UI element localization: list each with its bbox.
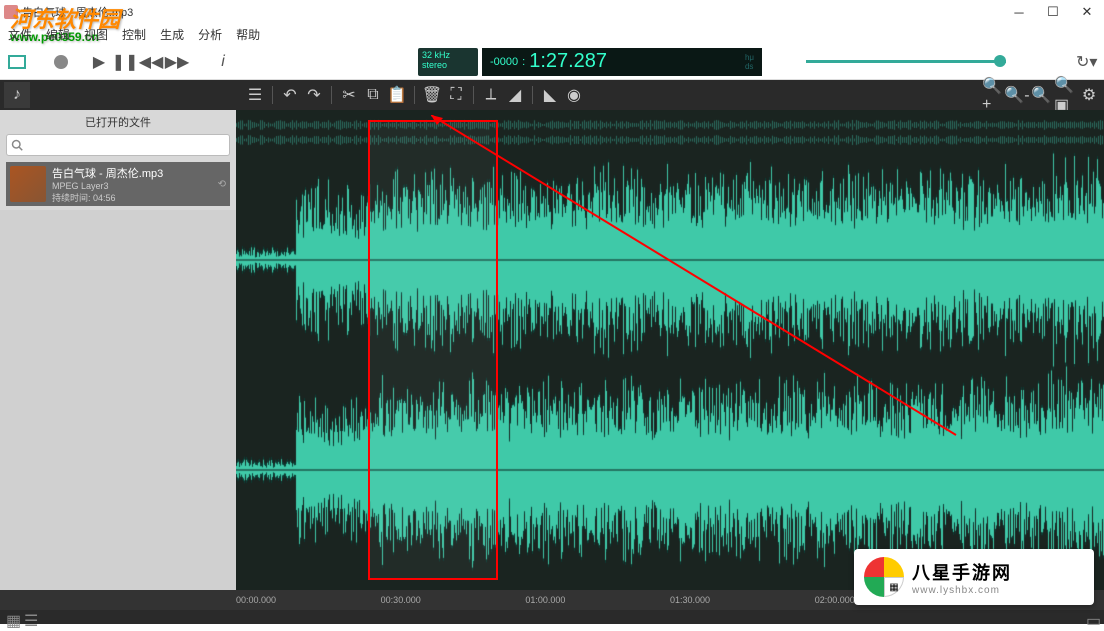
audio-format-chip: 32 kHz stereo xyxy=(418,48,478,76)
file-format: MPEG Layer3 xyxy=(52,181,163,191)
watermark-baxing: ▦ 八星手游网 www.lyshbx.com xyxy=(854,549,1094,605)
album-thumbnail xyxy=(10,166,46,202)
delete-button[interactable]: 🗑 xyxy=(421,84,443,106)
zoom-out-icon[interactable]: 🔍- xyxy=(1006,84,1028,106)
screen-icon[interactable]: ▭ xyxy=(1086,611,1098,623)
cut-button[interactable]: ✂ xyxy=(338,84,360,106)
waveform-canvas[interactable] xyxy=(236,110,1104,590)
current-time: 1:27.287 xyxy=(529,50,607,73)
time-mark: 01:00.000 xyxy=(525,595,670,605)
time-mark: 01:30.000 xyxy=(670,595,815,605)
titlebar: 告白气球 - 周杰伦.mp3 ─ ☐ ✕ xyxy=(0,0,1104,24)
zoom-in-icon[interactable]: 🔍+ xyxy=(982,84,1004,106)
file-duration: 持续时间: 04:56 xyxy=(52,191,163,204)
stop-button[interactable] xyxy=(8,55,26,69)
effect-icon[interactable]: ◉ xyxy=(563,84,585,106)
normalize-icon[interactable]: ◣ xyxy=(539,84,561,106)
window-title: 告白气球 - 周杰伦.mp3 xyxy=(22,4,133,20)
history-button[interactable]: ↻▾ xyxy=(1076,52,1096,72)
menu-generate[interactable]: 生成 xyxy=(160,26,184,43)
play-button[interactable]: ▶ xyxy=(88,51,110,73)
sidebar-empty xyxy=(0,210,236,590)
menubar: 文件 编辑 视图 控制 生成 分析 帮助 xyxy=(0,24,1104,44)
zoom-fit-icon[interactable]: 🔍 xyxy=(1030,84,1052,106)
file-list-item[interactable]: 告白气球 - 周杰伦.mp3 MPEG Layer3 持续时间: 04:56 ⟲ xyxy=(6,162,230,206)
app-icon xyxy=(4,5,18,19)
edit-toolbar: ♪ ☰ ↶ ↷ ✂ ⧉ 📋 🗑 ⛶ ⟂ ◢ ◣ ◉ 🔍+ 🔍- 🔍 🔍▣ ⚙ xyxy=(0,80,1104,110)
menu-file[interactable]: 文件 xyxy=(8,26,32,43)
time-display: -0000 : 1:27.287 hμds xyxy=(482,48,762,76)
time-mark: 00:30.000 xyxy=(381,595,526,605)
baxing-logo-icon: ▦ xyxy=(864,557,904,597)
copy-button[interactable]: ⧉ xyxy=(362,84,384,106)
selection-highlight[interactable] xyxy=(368,120,498,580)
menu-help[interactable]: 帮助 xyxy=(236,26,260,43)
close-button[interactable]: ✕ xyxy=(1070,0,1104,24)
file-name: 告白气球 - 周杰伦.mp3 xyxy=(52,165,163,181)
maximize-button[interactable]: ☐ xyxy=(1036,0,1070,24)
slider-thumb[interactable] xyxy=(994,55,1006,67)
insert-silence-icon[interactable]: ⟂ xyxy=(480,84,502,106)
menu-control[interactable]: 控制 xyxy=(122,26,146,43)
zoom-sel-icon[interactable]: 🔍▣ xyxy=(1054,84,1076,106)
window-controls: ─ ☐ ✕ xyxy=(1002,0,1104,24)
forward-button[interactable]: ▶▶ xyxy=(166,51,188,73)
menu-view[interactable]: 视图 xyxy=(84,26,108,43)
menu-edit[interactable]: 编辑 xyxy=(46,26,70,43)
search-icon xyxy=(11,139,23,151)
minimize-button[interactable]: ─ xyxy=(1002,0,1036,24)
main-area: 已打开的文件 告白气球 - 周杰伦.mp3 MPEG Layer3 持续时间: … xyxy=(0,110,1104,590)
sidebar: 已打开的文件 告白气球 - 周杰伦.mp3 MPEG Layer3 持续时间: … xyxy=(0,110,236,590)
fade-icon[interactable]: ◢ xyxy=(504,84,526,106)
time-mark: 00:00.000 xyxy=(236,595,381,605)
search-input[interactable] xyxy=(6,134,230,156)
crop-button[interactable]: ⛶ xyxy=(445,84,467,106)
sidebar-header: 已打开的文件 xyxy=(0,110,236,132)
statusbar: ▦ ☰ ▭ xyxy=(0,610,1104,624)
redo-button[interactable]: ↷ xyxy=(303,84,325,106)
undo-button[interactable]: ↶ xyxy=(279,84,301,106)
negative-time: -0000 xyxy=(490,56,518,68)
music-note-icon: ♪ xyxy=(4,82,30,108)
menu-toggle-icon[interactable]: ☰ xyxy=(244,84,266,106)
record-button[interactable] xyxy=(54,55,68,69)
menu-analyze[interactable]: 分析 xyxy=(198,26,222,43)
watermark-name: 八星手游网 xyxy=(912,559,1012,585)
paste-button[interactable]: 📋 xyxy=(386,84,408,106)
settings-icon[interactable]: ⚙ xyxy=(1078,84,1100,106)
volume-slider[interactable] xyxy=(806,60,1006,63)
file-info: 告白气球 - 周杰伦.mp3 MPEG Layer3 持续时间: 04:56 xyxy=(52,165,163,204)
transport-toolbar: ▶ ❚❚ ◀◀ ▶▶ i 32 kHz stereo -0000 : 1:27.… xyxy=(0,44,1104,80)
info-button[interactable]: i xyxy=(212,51,234,73)
grid-icon[interactable]: ▦ xyxy=(6,611,18,623)
link-icon[interactable]: ⟲ xyxy=(218,179,226,190)
pause-button[interactable]: ❚❚ xyxy=(114,51,136,73)
rewind-button[interactable]: ◀◀ xyxy=(140,51,162,73)
waveform-editor[interactable] xyxy=(236,110,1104,590)
list-icon[interactable]: ☰ xyxy=(24,611,36,623)
watermark-url: www.lyshbx.com xyxy=(912,585,1012,596)
